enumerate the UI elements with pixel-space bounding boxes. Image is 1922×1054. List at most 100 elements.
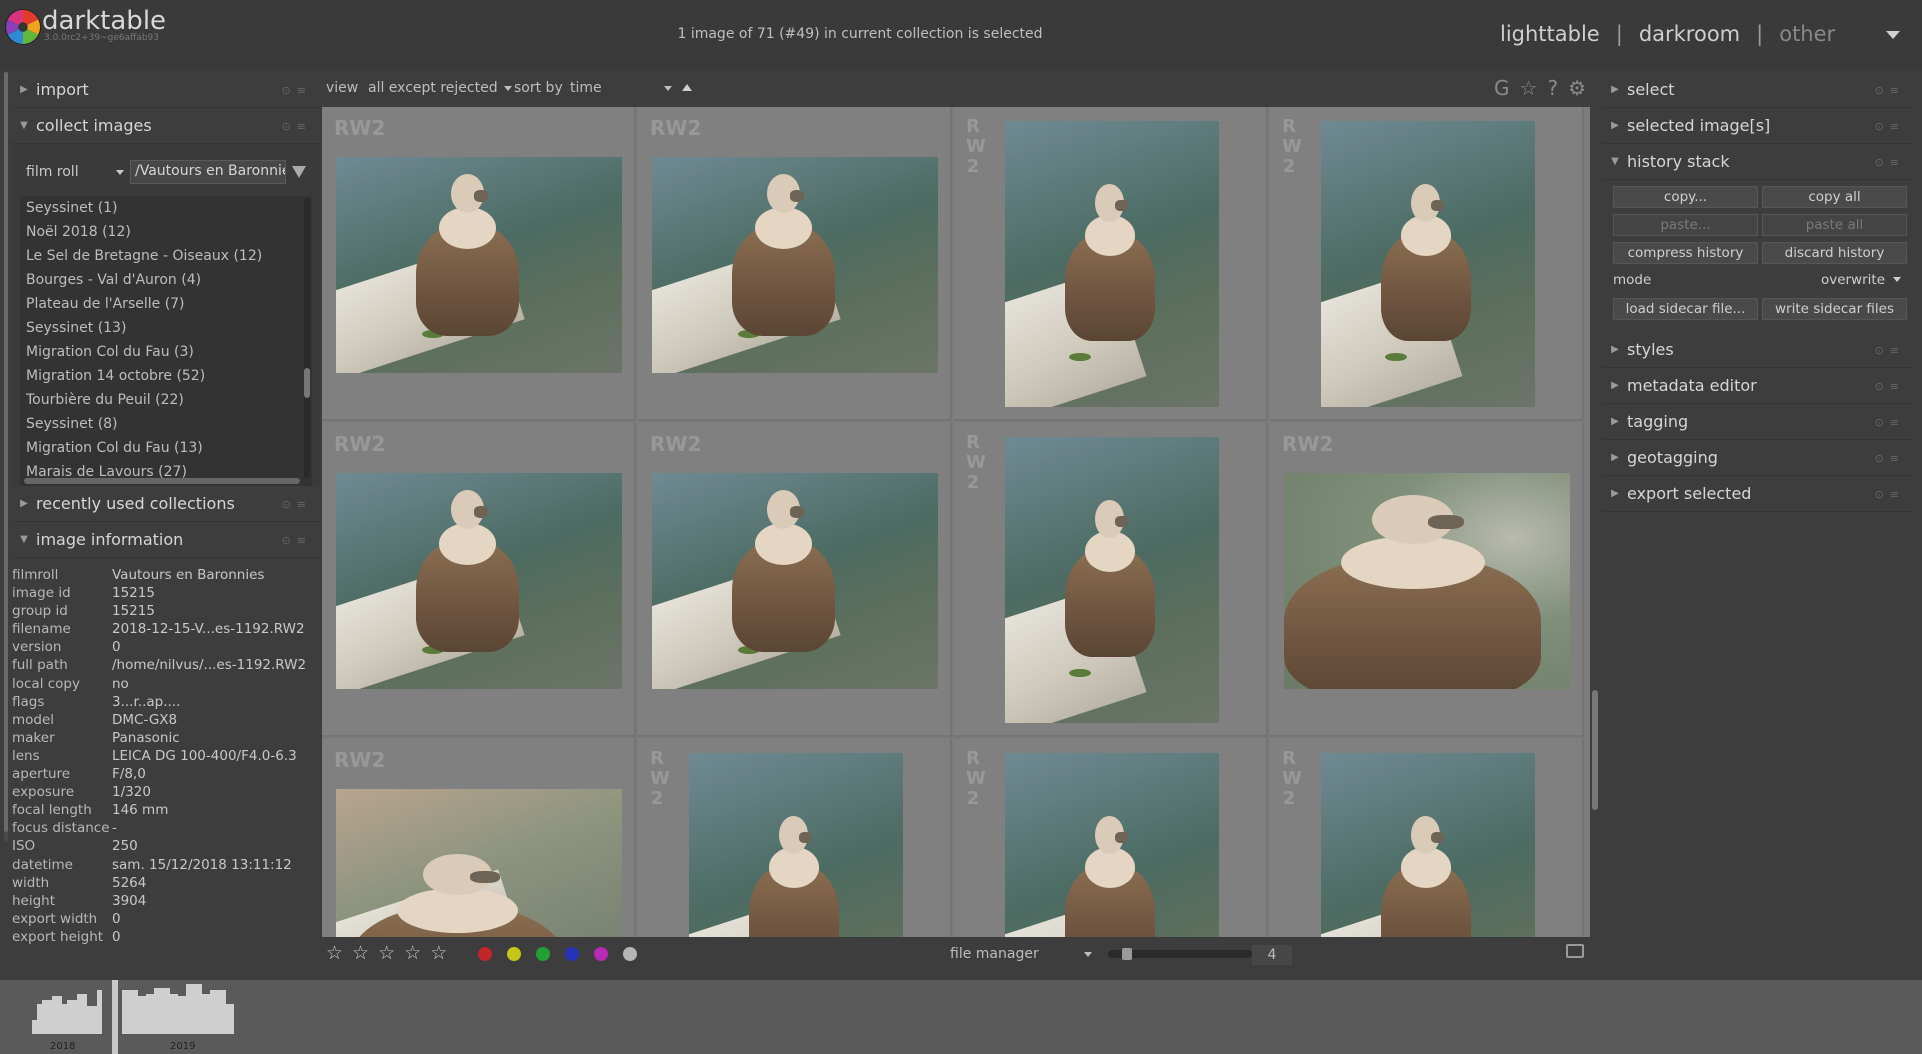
star-icon[interactable]: ☆ xyxy=(326,942,343,964)
layout-mode-select[interactable]: file manager xyxy=(950,946,1039,962)
collect-value-input[interactable]: /Vautours en Baronnies xyxy=(130,160,286,184)
compress-history-button[interactable]: compress history xyxy=(1613,242,1758,264)
module-presets-icon[interactable]: ⊙≡ xyxy=(1875,488,1905,501)
module-export-header[interactable]: ▶ export selected ⊙≡ xyxy=(1603,476,1913,512)
list-item[interactable]: Migration Col du Fau (13) xyxy=(20,436,312,460)
thumbnail-image[interactable] xyxy=(1005,753,1219,937)
module-metadata-header[interactable]: ▶ metadata editor ⊙≡ xyxy=(1603,368,1913,404)
module-styles-header[interactable]: ▶ styles ⊙≡ xyxy=(1603,332,1913,368)
film-list-scrollbar-thumb[interactable] xyxy=(304,368,310,398)
color-label-red[interactable] xyxy=(478,947,492,961)
module-geotagging-header[interactable]: ▶ geotagging ⊙≡ xyxy=(1603,440,1913,476)
paste-all-button[interactable]: paste all xyxy=(1762,214,1907,236)
module-tagging-header[interactable]: ▶ tagging ⊙≡ xyxy=(1603,404,1913,440)
film-list-scrollbar[interactable] xyxy=(304,198,310,478)
color-label-green[interactable] xyxy=(536,947,550,961)
sort-ascending-icon[interactable] xyxy=(682,84,692,91)
module-presets-icon[interactable]: ⊙≡ xyxy=(282,120,312,133)
thumbnail-image[interactable] xyxy=(652,473,938,689)
module-presets-icon[interactable]: ⊙≡ xyxy=(282,84,312,97)
star-icon[interactable]: ☆ xyxy=(378,942,395,964)
grid-scrollbar[interactable] xyxy=(1592,690,1598,810)
thumbnail-image[interactable] xyxy=(336,789,622,937)
module-import-header[interactable]: ▶ import ⊙≡ xyxy=(12,72,320,108)
list-item[interactable]: Plateau de l'Arselle (7) xyxy=(20,292,312,316)
mode-select[interactable]: overwrite xyxy=(1821,270,1902,292)
module-presets-icon[interactable]: ⊙≡ xyxy=(282,534,312,547)
star-icon[interactable]: ☆ xyxy=(352,942,369,964)
thumbnail-image[interactable] xyxy=(336,473,622,689)
monitor-icon[interactable] xyxy=(1566,944,1584,958)
funnel-icon[interactable] xyxy=(292,166,306,178)
view-filter-select[interactable]: all except rejected xyxy=(368,80,512,96)
film-list-hscrollbar[interactable] xyxy=(24,478,300,484)
discard-history-button[interactable]: discard history xyxy=(1762,242,1907,264)
zoom-slider-handle[interactable] xyxy=(1122,948,1132,960)
list-item[interactable]: Seyssinet (8) xyxy=(20,412,312,436)
module-select-header[interactable]: ▶ select ⊙≡ xyxy=(1603,72,1913,108)
view-darkroom[interactable]: darkroom xyxy=(1639,22,1740,46)
thumbnail-image[interactable] xyxy=(1321,121,1535,407)
chevron-down-icon[interactable] xyxy=(1084,952,1092,957)
collect-property-select[interactable]: film roll xyxy=(20,164,130,180)
thumbnail-image[interactable] xyxy=(652,157,938,373)
star-icon[interactable]: ☆ xyxy=(430,942,447,964)
thumbnail-cell[interactable]: RW2 xyxy=(954,739,1268,937)
module-presets-icon[interactable]: ⊙≡ xyxy=(282,498,312,511)
thumbnail-cell[interactable]: RW2 xyxy=(638,423,952,737)
list-item[interactable]: Migration Col du Fau (3) xyxy=(20,340,312,364)
thumbnail-cell[interactable]: RW2 xyxy=(322,739,636,937)
module-presets-icon[interactable]: ⊙≡ xyxy=(1875,156,1905,169)
thumbnail-cell[interactable]: RW2 xyxy=(322,107,636,421)
view-lighttable[interactable]: lighttable xyxy=(1500,22,1600,46)
list-item[interactable]: Noël 2018 (12) xyxy=(20,220,312,244)
list-item[interactable]: Tourbière du Peuil (22) xyxy=(20,388,312,412)
module-recent-header[interactable]: ▶ recently used collections ⊙≡ xyxy=(12,486,320,522)
thumbnail-image[interactable] xyxy=(336,157,622,373)
chevron-down-icon[interactable] xyxy=(664,86,672,91)
star-overlay-icon[interactable]: ☆ xyxy=(1520,76,1538,100)
thumbnail-cell[interactable]: RW2 xyxy=(954,107,1268,421)
thumbnail-cell[interactable]: RW2 xyxy=(638,107,952,421)
views-dropdown-arrow-icon[interactable] xyxy=(1886,31,1900,39)
timeline-position-marker[interactable] xyxy=(112,980,118,1054)
thumbnail-image[interactable] xyxy=(1005,121,1219,407)
list-item[interactable]: Bourges - Val d'Auron (4) xyxy=(20,268,312,292)
module-presets-icon[interactable]: ⊙≡ xyxy=(1875,84,1905,97)
timeline-strip[interactable]: 2018 2019 xyxy=(0,980,1922,1054)
copy-button[interactable]: copy... xyxy=(1613,186,1758,208)
gear-icon[interactable]: ⚙ xyxy=(1568,76,1586,100)
color-label-purple[interactable] xyxy=(594,947,608,961)
list-item[interactable]: Seyssinet (13) xyxy=(20,316,312,340)
thumbnail-image[interactable] xyxy=(1005,437,1219,723)
thumbnail-image[interactable] xyxy=(1284,473,1570,689)
module-collect-header[interactable]: ▼ collect images ⊙≡ xyxy=(12,108,320,144)
paste-button[interactable]: paste... xyxy=(1613,214,1758,236)
help-icon[interactable]: ? xyxy=(1547,76,1558,100)
thumbnail-cell[interactable]: RW2 xyxy=(322,423,636,737)
module-presets-icon[interactable]: ⊙≡ xyxy=(1875,344,1905,357)
thumbnail-cell[interactable]: RW2 xyxy=(638,739,952,937)
view-other[interactable]: other xyxy=(1779,22,1835,46)
load-sidecar-button[interactable]: load sidecar file... xyxy=(1613,298,1758,320)
list-item[interactable]: Seyssinet (1) xyxy=(20,196,312,220)
module-presets-icon[interactable]: ⊙≡ xyxy=(1875,416,1905,429)
star-icon[interactable]: ☆ xyxy=(404,942,421,964)
color-label-yellow[interactable] xyxy=(507,947,521,961)
zoom-entry[interactable]: 4 xyxy=(1252,945,1292,965)
module-presets-icon[interactable]: ⊙≡ xyxy=(1875,380,1905,393)
thumbnail-cell[interactable]: RW2 xyxy=(954,423,1268,737)
left-panel-scrollbar-thumb[interactable] xyxy=(4,72,8,832)
color-label-blue[interactable] xyxy=(565,947,579,961)
sort-select[interactable]: time xyxy=(570,80,666,96)
module-history-header[interactable]: ▼ history stack ⊙≡ xyxy=(1603,144,1913,180)
zoom-slider[interactable] xyxy=(1108,948,1252,960)
module-info-header[interactable]: ▼ image information ⊙≡ xyxy=(12,522,320,558)
copy-all-button[interactable]: copy all xyxy=(1762,186,1907,208)
list-item[interactable]: Le Sel de Bretagne - Oiseaux (12) xyxy=(20,244,312,268)
module-presets-icon[interactable]: ⊙≡ xyxy=(1875,452,1905,465)
module-presets-icon[interactable]: ⊙≡ xyxy=(1875,120,1905,133)
grouping-icon[interactable]: G xyxy=(1494,76,1510,100)
thumbnail-cell[interactable]: RW2 xyxy=(1270,107,1584,421)
list-item[interactable]: Migration 14 octobre (52) xyxy=(20,364,312,388)
